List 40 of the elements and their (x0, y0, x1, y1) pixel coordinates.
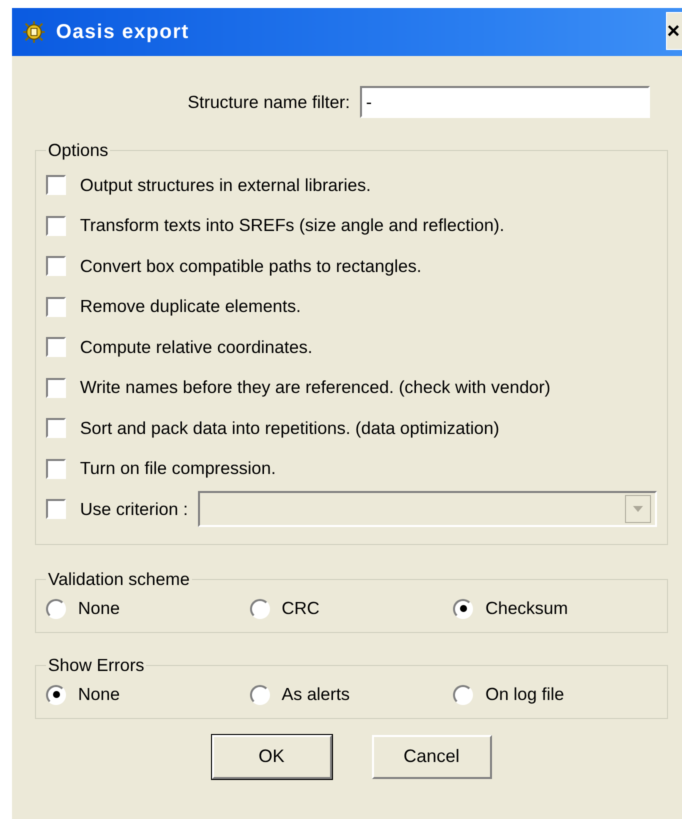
option-label: Sort and pack data into repetitions. (data optimization) (80, 418, 500, 439)
radio-label: CRC (282, 598, 320, 619)
radio-label: On log file (485, 684, 564, 705)
radio-button[interactable] (46, 598, 66, 618)
checkbox[interactable] (46, 256, 66, 276)
filter-label: Structure name filter: (188, 92, 350, 112)
checkbox[interactable] (46, 175, 66, 196)
option-label: Compute relative coordinates. (80, 336, 312, 358)
option-label: Transform texts into SREFs (size angle and reflection). (80, 215, 504, 236)
caret-icon (633, 506, 643, 512)
window-title: Oasis export (56, 20, 190, 44)
checkbox[interactable] (46, 378, 66, 398)
filter-field[interactable]: - (360, 86, 650, 118)
group-title: Show Errors (47, 654, 146, 676)
option-label: Convert box compatible paths to rectangles. (80, 256, 422, 277)
option-label: Turn on file compression. (80, 458, 276, 480)
dialog-button[interactable]: OK (212, 734, 332, 778)
radio-button[interactable] (250, 598, 270, 618)
checkbox[interactable] (46, 296, 66, 317)
checkbox[interactable] (46, 337, 66, 358)
radio-label: Checksum (485, 598, 568, 619)
option-label: Remove duplicate elements. (80, 296, 301, 318)
chip-icon (22, 20, 46, 44)
group-title: Options (47, 140, 110, 161)
option-label: Use criterion : (80, 498, 188, 520)
close-button[interactable]: × (666, 12, 682, 50)
group-title: Validation scheme (47, 568, 191, 590)
radio-button[interactable] (46, 684, 66, 704)
radio-button[interactable] (453, 598, 474, 618)
radio-label: None (78, 684, 120, 705)
checkbox[interactable] (46, 458, 66, 479)
checkbox[interactable] (46, 216, 66, 236)
radio-button[interactable] (453, 684, 474, 704)
radio-button[interactable] (250, 684, 270, 704)
checkbox[interactable] (46, 418, 66, 438)
option-label: Write names before they are referenced. (check with vendor) (80, 377, 550, 398)
option-label: Output structures in external libraries. (80, 174, 371, 196)
radio-label: As alerts (282, 684, 350, 705)
radio-label: None (78, 598, 120, 619)
dialog-button[interactable]: Cancel (372, 734, 492, 778)
